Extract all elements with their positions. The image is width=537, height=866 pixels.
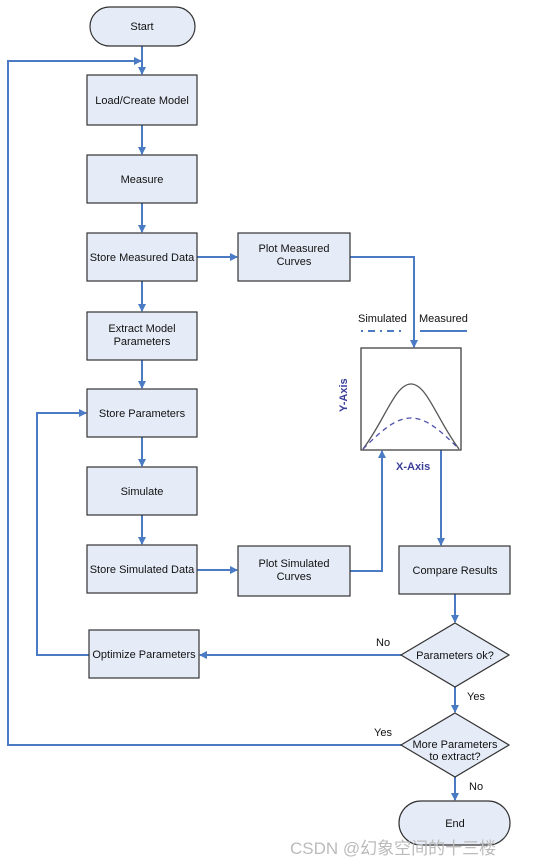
extract-label-1: Extract Model bbox=[108, 323, 175, 335]
decision-more-params: More Parameters to extract? bbox=[399, 712, 511, 778]
plot-simulated-label-1: Plot Simulated bbox=[259, 558, 330, 570]
extract-label-2: Parameters bbox=[114, 336, 171, 348]
node-plot-simulated: Plot Simulated Curves bbox=[237, 545, 351, 597]
end-label: End bbox=[445, 818, 465, 830]
legend-simulated: Simulated bbox=[358, 313, 407, 325]
more-params-label-1: More Parameters bbox=[413, 739, 498, 751]
store-params-label: Store Parameters bbox=[99, 408, 186, 420]
decision-params-ok: Parameters ok? bbox=[399, 622, 511, 688]
plot-frame bbox=[360, 347, 462, 451]
node-compare: Compare Results bbox=[398, 545, 511, 595]
edge-label-yes: Yes bbox=[467, 691, 485, 703]
edge-label-no: No bbox=[376, 637, 390, 649]
plot-measured-label-1: Plot Measured bbox=[259, 243, 330, 255]
params-ok-label: Parameters ok? bbox=[416, 650, 494, 662]
chart-illustration: Simulated Measured Y-Axis X-Axis bbox=[338, 313, 468, 473]
legend-measured: Measured bbox=[419, 313, 468, 325]
node-extract: Extract Model Parameters bbox=[86, 311, 198, 361]
start-label: Start bbox=[130, 21, 153, 33]
node-simulate: Simulate bbox=[86, 466, 198, 516]
edge-optimize-storeparams bbox=[36, 409, 89, 656]
simulate-label: Simulate bbox=[121, 486, 164, 498]
load-label: Load/Create Model bbox=[95, 95, 189, 107]
node-load: Load/Create Model bbox=[86, 74, 198, 126]
edge-label-yes-loop: Yes bbox=[374, 727, 392, 739]
y-axis-label: Y-Axis bbox=[338, 378, 350, 412]
x-axis-label: X-Axis bbox=[396, 461, 430, 473]
node-optimize: Optimize Parameters bbox=[88, 629, 200, 679]
node-store-simulated: Store Simulated Data bbox=[86, 544, 198, 594]
watermark: CSDN @幻象空间的十三楼 bbox=[290, 839, 496, 858]
plot-measured-label-2: Curves bbox=[277, 256, 312, 268]
node-store-measured: Store Measured Data bbox=[86, 232, 198, 282]
edge-plotmeasured-chart bbox=[350, 256, 418, 348]
compare-label: Compare Results bbox=[413, 565, 498, 577]
node-plot-measured: Plot Measured Curves bbox=[237, 232, 351, 282]
store-simulated-label: Store Simulated Data bbox=[90, 564, 195, 576]
flowchart: Start Load/Create Model Measure Store Me… bbox=[0, 0, 537, 866]
node-store-params: Store Parameters bbox=[86, 388, 198, 438]
edge-label-no-end: No bbox=[469, 781, 483, 793]
store-measured-label: Store Measured Data bbox=[90, 252, 195, 264]
node-start: Start bbox=[89, 6, 196, 47]
edge-plotsim-chart bbox=[350, 450, 386, 572]
plot-simulated-label-2: Curves bbox=[277, 571, 312, 583]
node-measure: Measure bbox=[86, 154, 198, 204]
measure-label: Measure bbox=[121, 174, 164, 186]
more-params-label-2: to extract? bbox=[429, 751, 480, 763]
optimize-label: Optimize Parameters bbox=[92, 649, 196, 661]
flowchart-svg: Start Load/Create Model Measure Store Me… bbox=[7, 6, 511, 858]
